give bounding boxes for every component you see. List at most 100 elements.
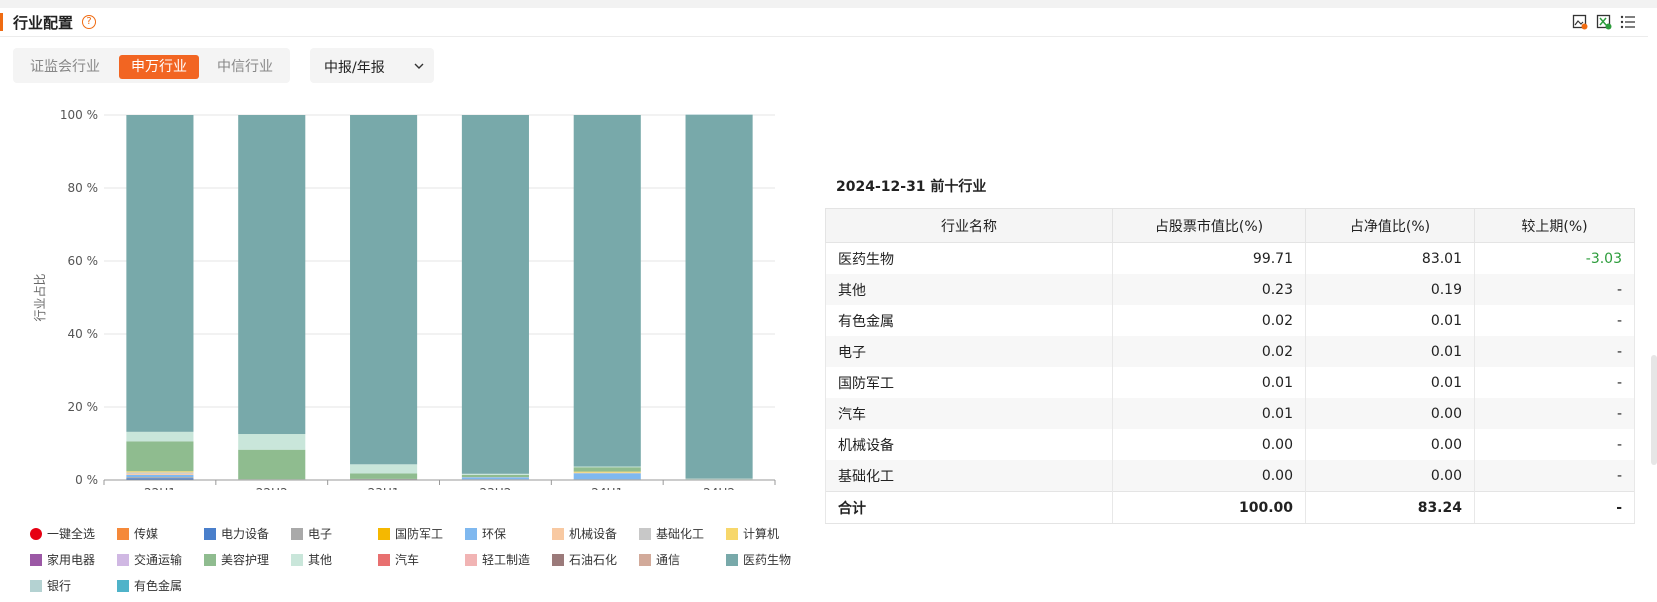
legend-label: 传媒 [134, 527, 159, 541]
cell-industry: 机械设备 [825, 429, 1113, 460]
legend-swatch [378, 528, 390, 540]
legend-item[interactable]: 汽车 [378, 552, 419, 568]
page-scrollbar[interactable] [1651, 355, 1657, 465]
y-tick-label: 100 % [60, 108, 98, 122]
cell-nav-ratio: 0.00 [1305, 398, 1475, 429]
image-export-icon[interactable] [1572, 14, 1588, 30]
bar-segment [126, 431, 194, 442]
legend-item[interactable]: 基础化工 [639, 526, 704, 542]
cell-stock-ratio: 0.00 [1112, 429, 1306, 460]
toolbar [1572, 14, 1636, 30]
cell-stock-ratio: 0.02 [1112, 336, 1306, 367]
y-axis-label: 行业占比 [32, 273, 47, 321]
industry-tabs: 证监会行业 申万行业 中信行业 [13, 48, 290, 83]
period-select[interactable]: 中报/年报 [310, 48, 434, 83]
legend-item[interactable]: 电子 [291, 526, 332, 542]
cell-stock-ratio: 0.02 [1112, 305, 1306, 336]
legend-swatch [291, 528, 303, 540]
cell-stock-ratio: 0.00 [1112, 460, 1306, 492]
cell-change: - [1474, 398, 1635, 429]
legend-label: 美容护理 [221, 553, 270, 567]
legend-item[interactable]: 国防军工 [378, 526, 443, 542]
legend-swatch [552, 554, 564, 566]
x-tick-label: 24H2 [703, 486, 735, 490]
bar-segment [126, 471, 194, 473]
help-icon[interactable]: ? [82, 15, 96, 29]
x-tick-label: 23H1 [368, 486, 400, 490]
legend-label: 其他 [308, 553, 333, 567]
legend-item[interactable]: 有色金属 [117, 578, 182, 594]
legend-swatch [204, 528, 216, 540]
legend-item[interactable]: 通信 [639, 552, 680, 568]
legend-label: 汽车 [395, 553, 420, 567]
legend-swatch [465, 554, 477, 566]
x-tick-label: 24H1 [591, 486, 623, 490]
legend-item[interactable]: 机械设备 [552, 526, 617, 542]
y-tick-label: 20 % [68, 400, 99, 414]
bar-segment [461, 473, 529, 475]
legend-select-all[interactable]: 一键全选 [30, 526, 95, 542]
legend-item[interactable]: 电力设备 [204, 526, 269, 542]
legend-item[interactable]: 轻工制造 [465, 552, 530, 568]
legend-label: 医药生物 [743, 553, 792, 567]
y-tick-label: 60 % [68, 254, 99, 268]
bar-segment [685, 114, 753, 479]
bar-segment [350, 473, 418, 479]
legend-label: 一键全选 [47, 527, 96, 541]
legend-label: 机械设备 [569, 527, 618, 541]
cell-industry: 基础化工 [825, 460, 1113, 492]
legend-item[interactable]: 计算机 [726, 526, 779, 542]
y-tick-label: 0 % [75, 473, 98, 487]
bar-segment [461, 474, 529, 478]
cell-nav-ratio: 0.00 [1305, 460, 1475, 492]
bar-segment [461, 477, 529, 480]
legend-item[interactable]: 医药生物 [726, 552, 791, 568]
legend-swatch [639, 554, 651, 566]
cell-change: - [1474, 460, 1635, 492]
legend-item[interactable]: 环保 [465, 526, 506, 542]
top-table-title: 2024-12-31 前十行业 [836, 179, 987, 195]
cell-industry: 医药生物 [825, 242, 1113, 274]
legend-swatch [30, 580, 42, 592]
excel-export-icon[interactable] [1596, 14, 1612, 30]
bar-segment [238, 434, 306, 450]
cell-industry: 有色金属 [825, 305, 1113, 336]
legend-swatch [204, 554, 216, 566]
bar-segment [238, 115, 306, 435]
cell-stock-ratio: 99.71 [1112, 242, 1306, 274]
legend-label: 国防军工 [395, 527, 444, 541]
cell-change: - [1474, 367, 1635, 398]
legend-swatch [726, 554, 738, 566]
legend-item[interactable]: 传媒 [117, 526, 158, 542]
legend-item[interactable]: 美容护理 [204, 552, 269, 568]
cell-nav-ratio: 0.01 [1305, 367, 1475, 398]
bar-segment [126, 477, 194, 479]
cell-change: -3.03 [1474, 242, 1635, 274]
list-menu-icon[interactable] [1620, 14, 1636, 30]
legend-item[interactable]: 家用电器 [30, 552, 95, 568]
section-header: 行业配置 ? [0, 8, 1648, 37]
bar-segment [350, 464, 418, 474]
legend-label: 基础化工 [656, 527, 705, 541]
bar-segment [126, 473, 194, 475]
cell-stock-ratio: 0.01 [1112, 398, 1306, 429]
table-row: 电子 0.02 0.01- [825, 336, 1635, 367]
total-cell: 合计 [825, 491, 1113, 524]
table-body: 医药生物 99.71 83.01 -3.03 其他 0.23 0.19- 有色金属 0.02 0.… [825, 242, 1635, 524]
legend-item[interactable]: 其他 [291, 552, 332, 568]
legend-swatch [30, 554, 42, 566]
legend-item[interactable]: 石油石化 [552, 552, 617, 568]
tab-csrc-industry[interactable]: 证监会行业 [19, 55, 111, 79]
cell-change: - [1474, 274, 1635, 305]
tab-sw-industry[interactable]: 申万行业 [119, 55, 199, 79]
tab-citic-industry[interactable]: 中信行业 [207, 55, 283, 79]
bar-segment [126, 115, 194, 432]
chevron-down-icon [414, 59, 424, 75]
table-row: 汽车 0.01 0.00- [825, 398, 1635, 429]
legend-swatch [117, 528, 129, 540]
legend-label: 环保 [482, 527, 507, 541]
legend-item[interactable]: 银行 [30, 578, 71, 594]
col-change: 较上期(%) [1474, 208, 1635, 243]
cell-nav-ratio: 0.01 [1305, 336, 1475, 367]
legend-item[interactable]: 交通运输 [117, 552, 182, 568]
